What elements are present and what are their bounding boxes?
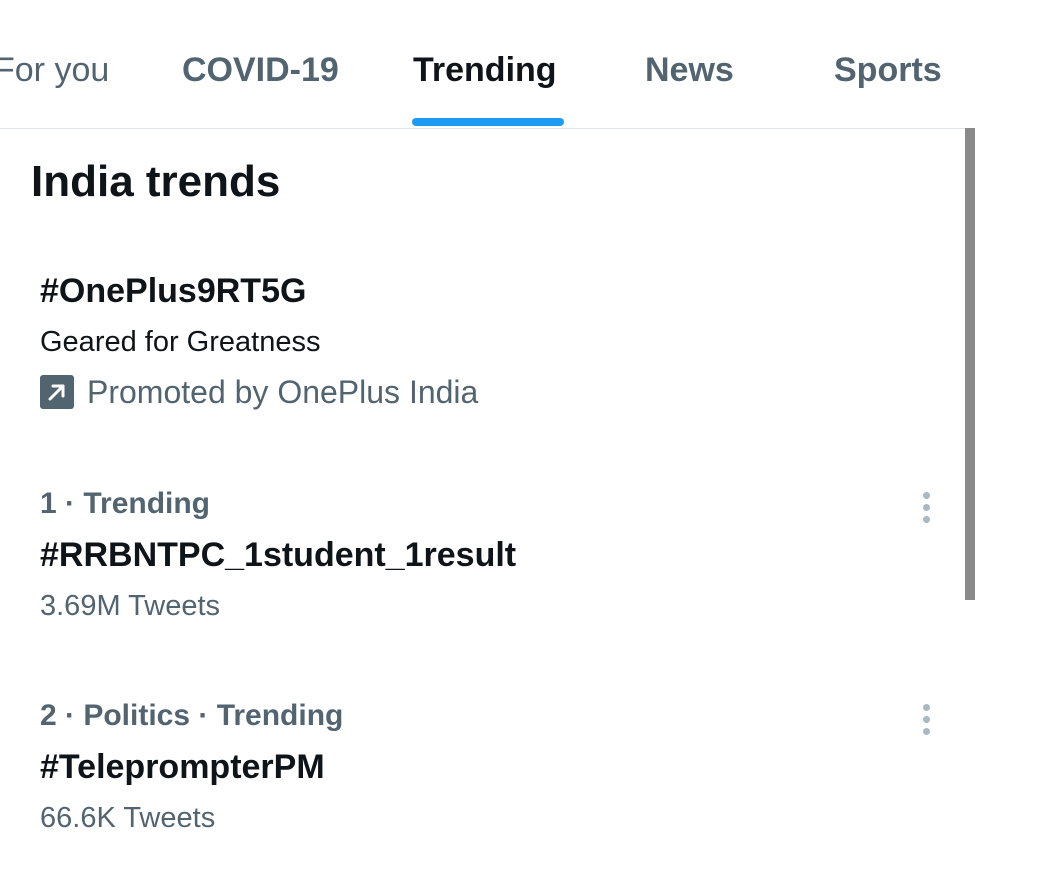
promoted-trend[interactable]: #OnePlus9RT5G Geared for Greatness Promo… bbox=[0, 268, 960, 418]
trend-item[interactable]: 2 · Politics · Trending #TeleprompterPM … bbox=[0, 694, 960, 844]
scrollbar[interactable] bbox=[965, 128, 975, 600]
trend-tweet-count: 3.69M Tweets bbox=[40, 590, 221, 622]
promoted-by-label: Promoted by OnePlus India bbox=[87, 374, 479, 410]
more-vertical-icon[interactable] bbox=[916, 490, 936, 526]
trend-meta: 2 · Politics · Trending bbox=[40, 699, 344, 732]
section-title: India trends bbox=[31, 157, 281, 206]
promoted-arrow-icon bbox=[40, 375, 74, 409]
explore-tab-bar: For you COVID-19 Trending News Sports bbox=[0, 0, 975, 129]
tab-covid-19[interactable]: COVID-19 bbox=[182, 48, 339, 92]
tab-trending[interactable]: Trending bbox=[413, 48, 557, 92]
promoted-by-row: Promoted by OnePlus India bbox=[40, 372, 478, 412]
tab-for-you[interactable]: For you bbox=[0, 48, 109, 92]
trend-meta: 1 · Trending bbox=[40, 487, 211, 520]
tab-sports[interactable]: Sports bbox=[834, 48, 942, 92]
tab-news[interactable]: News bbox=[645, 48, 734, 92]
trend-tweet-count: 66.6K Tweets bbox=[40, 802, 216, 834]
trend-hashtag[interactable]: #TeleprompterPM bbox=[40, 746, 325, 788]
promoted-description: Geared for Greatness bbox=[40, 326, 321, 358]
trend-hashtag[interactable]: #RRBNTPC_1student_1result bbox=[40, 534, 516, 576]
more-vertical-icon[interactable] bbox=[916, 702, 936, 738]
trend-item[interactable]: 1 · Trending #RRBNTPC_1student_1result 3… bbox=[0, 482, 960, 632]
active-tab-indicator bbox=[412, 118, 564, 126]
promoted-hashtag[interactable]: #OnePlus9RT5G bbox=[40, 270, 306, 312]
